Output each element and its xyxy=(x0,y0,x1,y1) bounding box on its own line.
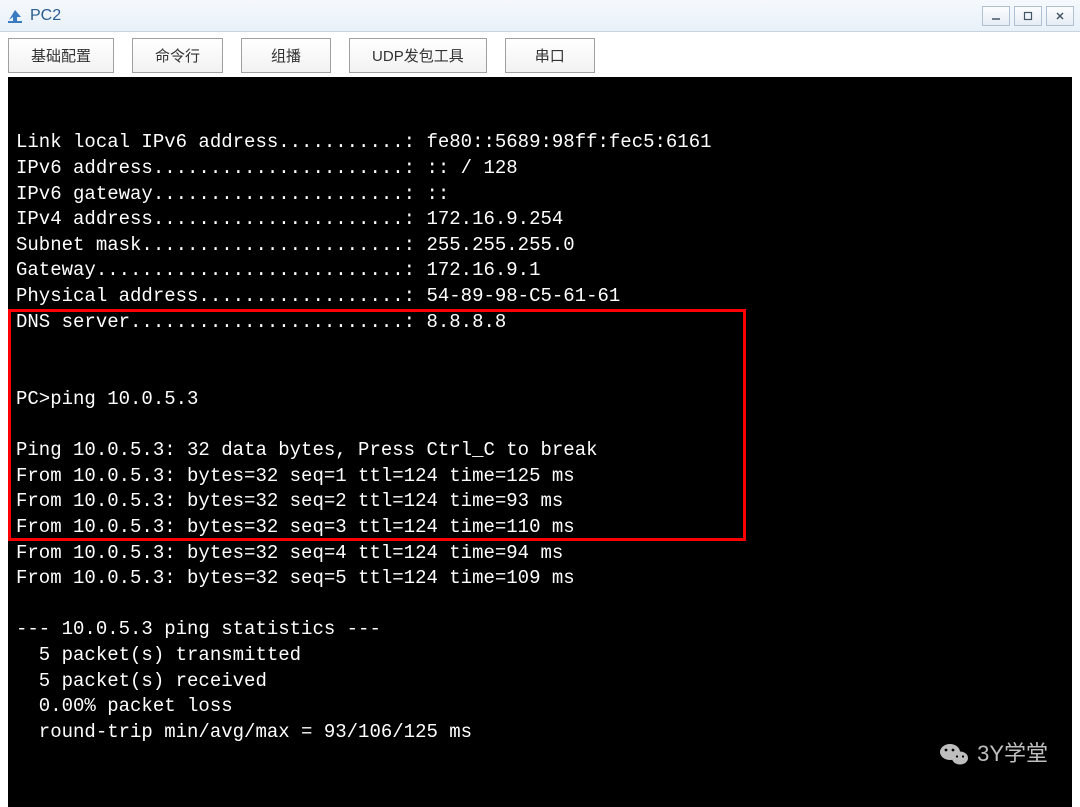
minimize-button[interactable] xyxy=(982,6,1010,26)
terminal-line xyxy=(16,592,1064,618)
tab-basic-config[interactable]: 基础配置 xyxy=(8,38,114,73)
terminal-output[interactable]: Link local IPv6 address...........: fe80… xyxy=(8,77,1072,807)
terminal-line: IPv4 address......................: 172.… xyxy=(16,207,1064,233)
terminal-line: Physical address..................: 54-8… xyxy=(16,284,1064,310)
terminal-line: Link local IPv6 address...........: fe80… xyxy=(16,130,1064,156)
terminal-line: round-trip min/avg/max = 93/106/125 ms xyxy=(16,720,1064,746)
terminal-line: IPv6 gateway......................: :: xyxy=(16,182,1064,208)
terminal-line: Gateway...........................: 172.… xyxy=(16,258,1064,284)
titlebar: PC2 xyxy=(0,0,1080,32)
tab-serial[interactable]: 串口 xyxy=(505,38,595,73)
watermark-text: 3Y学堂 xyxy=(977,739,1048,769)
terminal-line: From 10.0.5.3: bytes=32 seq=5 ttl=124 ti… xyxy=(16,566,1064,592)
tab-bar: 基础配置 命令行 组播 UDP发包工具 串口 xyxy=(0,32,1080,73)
terminal-line xyxy=(16,412,1064,438)
terminal-line: From 10.0.5.3: bytes=32 seq=1 ttl=124 ti… xyxy=(16,464,1064,490)
terminal-line: From 10.0.5.3: bytes=32 seq=2 ttl=124 ti… xyxy=(16,489,1064,515)
terminal-line: --- 10.0.5.3 ping statistics --- xyxy=(16,617,1064,643)
terminal-line: Subnet mask.......................: 255.… xyxy=(16,233,1064,259)
close-button[interactable] xyxy=(1046,6,1074,26)
terminal-line: PC>ping 10.0.5.3 xyxy=(16,387,1064,413)
watermark: 3Y学堂 xyxy=(939,739,1048,769)
window-controls xyxy=(982,6,1074,26)
window-title: PC2 xyxy=(30,7,982,25)
terminal-line: From 10.0.5.3: bytes=32 seq=3 ttl=124 ti… xyxy=(16,515,1064,541)
terminal-line: Ping 10.0.5.3: 32 data bytes, Press Ctrl… xyxy=(16,438,1064,464)
terminal-line: 0.00% packet loss xyxy=(16,694,1064,720)
app-icon xyxy=(6,7,24,25)
terminal-line: DNS server........................: 8.8.… xyxy=(16,310,1064,336)
tab-multicast[interactable]: 组播 xyxy=(241,38,331,73)
maximize-button[interactable] xyxy=(1014,6,1042,26)
terminal-line: From 10.0.5.3: bytes=32 seq=4 ttl=124 ti… xyxy=(16,541,1064,567)
terminal-line xyxy=(16,361,1064,387)
terminal-line: 5 packet(s) transmitted xyxy=(16,643,1064,669)
terminal-line xyxy=(16,335,1064,361)
terminal-line: IPv6 address......................: :: /… xyxy=(16,156,1064,182)
wechat-icon xyxy=(939,741,969,767)
terminal-line: 5 packet(s) received xyxy=(16,669,1064,695)
tab-udp-tool[interactable]: UDP发包工具 xyxy=(349,38,487,73)
tab-command-line[interactable]: 命令行 xyxy=(132,38,223,73)
